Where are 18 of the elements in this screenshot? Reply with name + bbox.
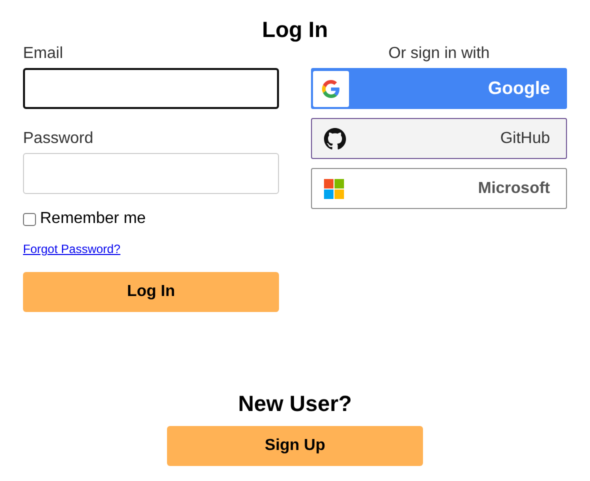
google-logo-icon [313,70,349,106]
password-field[interactable] [23,153,279,194]
email-field[interactable] [23,68,279,109]
login-button[interactable]: Log In [23,272,279,312]
field-label: Email [23,44,64,64]
microsoft-logo-icon [324,178,344,198]
page-title: Log In [262,16,328,44]
social-login-button[interactable]: Microsoft [311,168,567,209]
social-heading: Or sign in with [387,44,491,64]
github-logo-icon [324,128,346,150]
section-heading: New User? [238,390,352,418]
checkbox-label: Remember me [40,210,146,228]
forgot-password-link[interactable]: Forgot Password? [23,242,120,256]
sign-up-button[interactable]: Sign Up [167,426,423,466]
social-login-button[interactable]: GitHub [311,118,567,159]
field-label: Password [23,129,94,149]
social-login-button[interactable]: Google [311,68,567,109]
remember-checkbox[interactable] [23,212,36,226]
